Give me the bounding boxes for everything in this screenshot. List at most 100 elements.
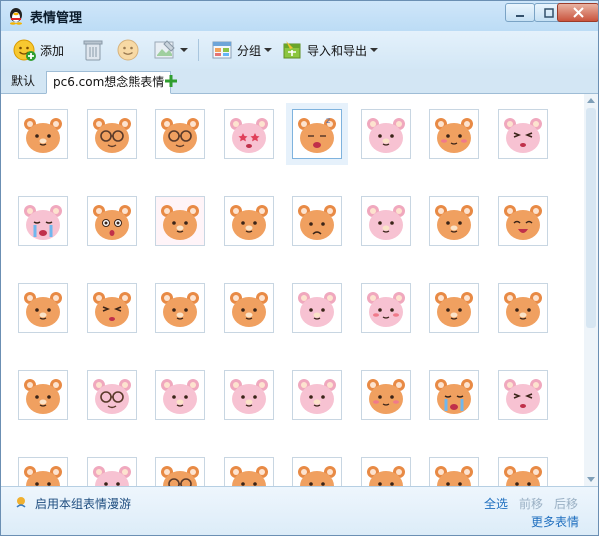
emoticon-cell-pink-bear-dizzy[interactable] <box>498 370 548 420</box>
emoticon-cell-bear-purple-hat[interactable] <box>18 283 68 333</box>
emoticon-cell-bear-partial-6[interactable] <box>429 457 479 486</box>
minimize-icon <box>516 14 524 17</box>
select-all-link[interactable]: 全选 <box>484 495 508 512</box>
import-export-button[interactable]: 导入和导出 <box>280 36 379 64</box>
emoticon-cell-bear-partial-5[interactable] <box>361 457 411 486</box>
emoticon-cell-bear-chef[interactable] <box>224 196 274 246</box>
edit-button[interactable] <box>153 36 188 64</box>
bunny-hat-bear-icon <box>430 284 478 332</box>
add-emoticon-icon <box>13 39 36 61</box>
pink-bear-cry-icon <box>19 197 67 245</box>
picture-edit-icon <box>154 40 175 59</box>
bear-blush-icon <box>430 110 478 158</box>
bear-partial-6-icon <box>430 458 478 486</box>
emoticon-cell-bear-partial-2[interactable] <box>155 457 205 486</box>
move-back-link[interactable]: 后移 <box>554 495 578 512</box>
bear-partial-1-icon <box>19 458 67 486</box>
emoticon-cell-bear-partial-7[interactable] <box>498 457 548 486</box>
group-icon <box>212 41 232 59</box>
bear-tears-icon <box>430 371 478 419</box>
add-tab-icon[interactable] <box>163 73 179 89</box>
bear-chef-icon <box>225 197 273 245</box>
emoticon-cell-bears-hug[interactable] <box>155 196 205 246</box>
emoticon-cell-bear-sleepy[interactable]: z <box>292 109 342 159</box>
emoticon-cell-bear-big-glasses[interactable] <box>155 109 205 159</box>
add-button[interactable]: 添加 <box>13 36 64 64</box>
emoticon-cell-bear-wave[interactable] <box>87 283 137 333</box>
bears-hug-icon <box>156 197 204 245</box>
add-label: 添加 <box>40 43 65 58</box>
bear-striped-shock-icon <box>88 197 136 245</box>
emoticon-cell-bear-bucket[interactable] <box>18 370 68 420</box>
emoticon-manager-window: 表情管理 添加 分组 导入和导出 默认 pc6.com想念熊表情 z 启用本组表… <box>0 0 599 536</box>
delete-button[interactable] <box>81 36 105 64</box>
scroll-up-arrow[interactable] <box>587 98 595 103</box>
svg-text:z: z <box>326 116 330 125</box>
bear-partial-5-icon <box>362 458 410 486</box>
emoticon-cell-bear-hi[interactable] <box>155 283 205 333</box>
close-button[interactable] <box>557 3 598 22</box>
title-bar[interactable]: 表情管理 <box>1 1 598 31</box>
tab-default[interactable]: 默认 <box>5 71 41 92</box>
pink-bear-flower-icon <box>225 371 273 419</box>
pink-bear-purple-icon <box>156 371 204 419</box>
emoticon-cell-bear-blush[interactable] <box>429 109 479 159</box>
tab-pc6-bear-emoticons[interactable]: pc6.com想念熊表情 <box>46 71 172 94</box>
tab-bar: 默认 pc6.com想念熊表情 <box>1 69 598 94</box>
emoticon-cell-pink-bear-glasses[interactable] <box>87 370 137 420</box>
minimize-button[interactable] <box>505 3 535 22</box>
bear-bucket-icon <box>19 371 67 419</box>
emoticon-cell-pink-bear-happy[interactable] <box>361 109 411 159</box>
window-title: 表情管理 <box>30 11 83 26</box>
bear-rainbow-icon <box>225 284 273 332</box>
emoticon-cell-bear-glasses[interactable] <box>87 109 137 159</box>
enable-roaming-toggle[interactable]: 启用本组表情漫游 <box>35 495 131 512</box>
emoticon-cell-bear-partial-4[interactable] <box>292 457 342 486</box>
emoticon-cell-bear-partial-1[interactable] <box>18 457 68 486</box>
scroll-down-arrow[interactable] <box>587 477 595 482</box>
emoticon-cell-pink-bear-cry[interactable] <box>18 196 68 246</box>
emoticon-cell-bear-partial-3[interactable] <box>224 457 274 486</box>
import-export-dropdown-caret <box>370 48 379 52</box>
emoticon-button[interactable] <box>116 36 140 64</box>
pink-bear-dance-icon <box>293 284 341 332</box>
emoticon-cell-pink-bear-flower[interactable] <box>224 370 274 420</box>
emoticon-cell-blonde-bear[interactable] <box>498 283 548 333</box>
maximize-icon <box>544 7 554 18</box>
emoticon-cell-pink-bear-partial[interactable] <box>87 457 137 486</box>
import-export-label: 导入和导出 <box>307 43 368 58</box>
pink-bear-msg-icon <box>362 284 410 332</box>
bear-partial-2-icon <box>156 458 204 486</box>
emoticon-cell-bunny-hat-bear[interactable] <box>429 283 479 333</box>
pink-bear-happy-icon <box>362 110 410 158</box>
emoticon-cell-bear-beanie[interactable] <box>292 196 342 246</box>
emoticon-cell-pink-bear-msg[interactable] <box>361 283 411 333</box>
emoticon-cell-bear-cheer[interactable] <box>498 196 548 246</box>
emoticon-cell-bear-flowers[interactable] <box>429 196 479 246</box>
emoticon-cell-bear-tears[interactable] <box>429 370 479 420</box>
emoticon-cell-bear-smile[interactable] <box>18 109 68 159</box>
scroll-thumb[interactable] <box>586 108 596 328</box>
vertical-scrollbar[interactable] <box>584 94 598 486</box>
trash-icon <box>83 40 103 61</box>
emoticon-cell-bear-rainbow[interactable] <box>224 283 274 333</box>
emoticon-cell-pink-bear-purple[interactable] <box>155 370 205 420</box>
qq-penguin-icon <box>10 8 22 25</box>
emoticon-cell-pink-bear-hearts[interactable] <box>361 196 411 246</box>
pink-bear-partial-icon <box>88 458 136 486</box>
edit-dropdown-caret <box>180 48 188 52</box>
emoticon-cell-pink-bear-star-eyes[interactable] <box>224 109 274 159</box>
close-icon <box>572 7 584 18</box>
move-forward-link[interactable]: 前移 <box>519 495 543 512</box>
emoticon-cell-bear-striped-shock[interactable] <box>87 196 137 246</box>
emoticon-cell-bear-shy[interactable] <box>361 370 411 420</box>
emoticon-cell-pink-bear-dance[interactable] <box>292 283 342 333</box>
group-button[interactable]: 分组 <box>210 36 273 64</box>
group-label: 分组 <box>237 43 262 58</box>
blonde-bear-icon <box>499 284 547 332</box>
bear-partial-7-icon <box>499 458 547 486</box>
more-emoticons-link[interactable]: 更多表情 <box>531 513 579 530</box>
emoticon-cell-pink-bear-cream[interactable] <box>292 370 342 420</box>
emoticon-cell-pink-bear-wink[interactable] <box>498 109 548 159</box>
toolbar: 添加 分组 导入和导出 <box>1 31 598 69</box>
